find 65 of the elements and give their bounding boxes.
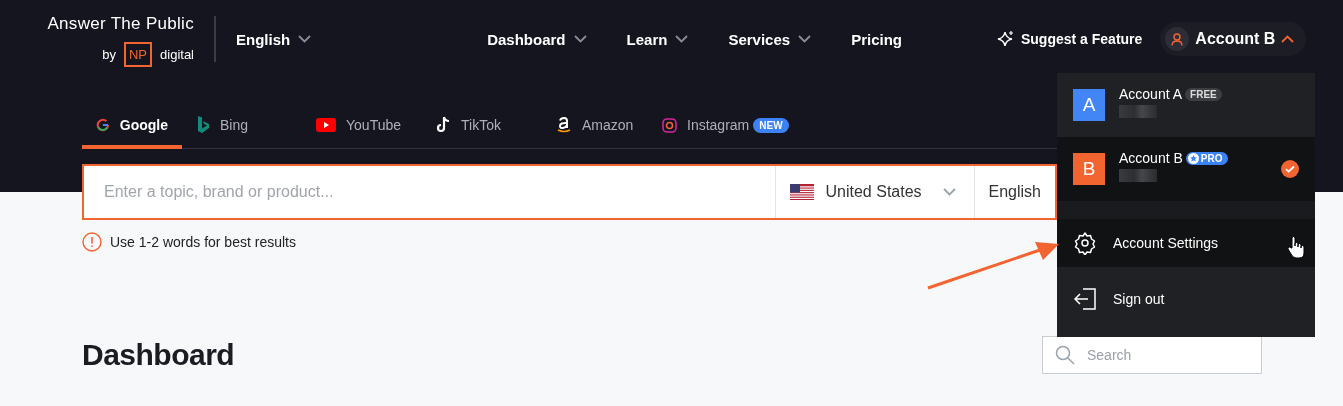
- settings-icon: [1073, 231, 1097, 255]
- account-menu-button[interactable]: Account B: [1160, 22, 1307, 56]
- brand-name: Answer The Public: [47, 13, 194, 34]
- search-input[interactable]: Search: [1085, 346, 1239, 364]
- suggest-feature-link[interactable]: Suggest a Feature: [997, 30, 1143, 48]
- page-title: Dashboard: [82, 338, 235, 372]
- account-option[interactable]: B Account B PRO: [1057, 137, 1315, 201]
- nav-link[interactable]: Dashboard: [487, 30, 587, 48]
- g-letter-icon: [96, 117, 110, 133]
- chevron-down-icon: [573, 35, 587, 43]
- warning-icon: [82, 232, 102, 252]
- account-avatar: A: [1073, 89, 1105, 121]
- nav-link[interactable]: Pricing: [851, 30, 902, 48]
- engine-tab[interactable]: Google: [82, 105, 182, 149]
- nav-link[interactable]: Learn: [626, 30, 689, 48]
- redacted-email: [1119, 105, 1157, 118]
- tab-label: YouTube: [346, 117, 401, 133]
- digital-label: digital: [160, 46, 194, 62]
- b-letter-icon: [196, 115, 210, 135]
- engine-tab[interactable]: Instagram NEW: [648, 105, 803, 149]
- chevron-down-icon: [798, 35, 812, 43]
- nav-link[interactable]: Services: [728, 30, 812, 48]
- account-avatar: B: [1073, 153, 1105, 185]
- country-select[interactable]: United States: [774, 166, 974, 218]
- engine-tab[interactable]: Amazon: [542, 105, 648, 149]
- plan-badge: PRO: [1185, 151, 1228, 165]
- np-logo: NP: [123, 41, 153, 67]
- menu-item[interactable]: Account Settings: [1057, 219, 1315, 267]
- account-name: Account A: [1119, 86, 1183, 102]
- sparkle-icon: [997, 30, 1015, 48]
- engine-tab[interactable]: TikTok: [422, 105, 542, 149]
- tab-label: Bing: [220, 117, 249, 133]
- play-icon: [316, 118, 336, 132]
- redacted-email: [1119, 169, 1157, 182]
- chevron-down-icon: [942, 188, 956, 196]
- user-icon: [1171, 32, 1184, 46]
- checkmark-icon: [1281, 160, 1299, 178]
- hand-cursor-icon: [1287, 235, 1305, 259]
- hint-text: Use 1-2 words for best results: [110, 234, 296, 250]
- menu-item[interactable]: Sign out: [1057, 275, 1315, 323]
- language-menu[interactable]: English: [236, 30, 312, 48]
- sign-out-icon: [1073, 288, 1097, 310]
- by-label: by: [102, 46, 116, 62]
- music-note-icon: [436, 116, 451, 134]
- flag-icon: [789, 184, 814, 200]
- tab-label: TikTok: [461, 117, 501, 133]
- account-name: Account B: [1119, 150, 1183, 166]
- amazon-icon: [556, 116, 572, 134]
- camera-icon: [662, 117, 677, 133]
- plan-badge: FREE: [1185, 87, 1222, 101]
- engine-tab[interactable]: YouTube: [302, 105, 422, 149]
- new-badge: NEW: [753, 117, 789, 133]
- engine-tab[interactable]: Bing: [182, 105, 302, 149]
- chevron-up-icon: [1281, 35, 1295, 43]
- tab-label: Amazon: [582, 117, 634, 133]
- star-icon: [1187, 152, 1199, 164]
- chevron-down-icon: [675, 35, 689, 43]
- account-option[interactable]: A Account A FREE: [1057, 73, 1315, 137]
- language-select[interactable]: English: [973, 166, 1055, 218]
- chevron-down-icon: [298, 35, 312, 43]
- dashboard-search-field[interactable]: Search: [1042, 336, 1262, 374]
- search-icon: [1055, 345, 1075, 365]
- tab-label: Instagram: [687, 117, 750, 133]
- tab-label: Google: [119, 117, 168, 133]
- topic-search-field[interactable]: Enter a topic, brand or product... United States English: [82, 164, 1057, 220]
